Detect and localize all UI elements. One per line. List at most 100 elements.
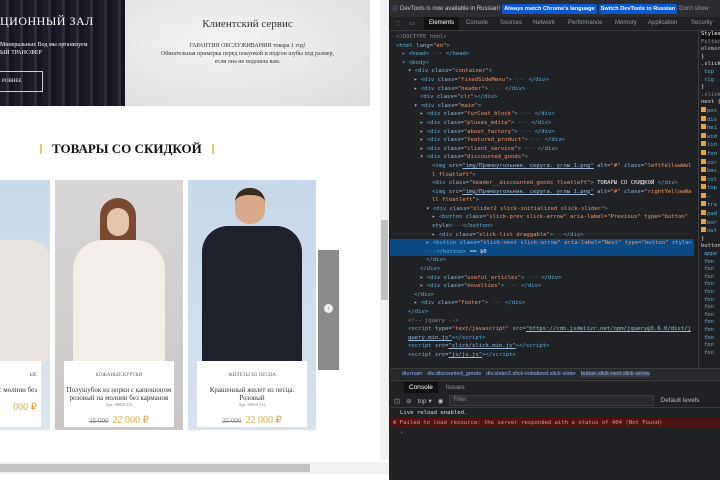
dom-node[interactable]: <div class="header__discounted_goods flo…: [396, 179, 694, 188]
checkbox-icon[interactable]: [701, 141, 706, 147]
dom-node[interactable]: <html lang="en">: [396, 42, 694, 51]
dom-node[interactable]: ▾ <div class="slider2 slick-initialized …: [396, 205, 694, 214]
tab-performance[interactable]: Performance: [568, 20, 602, 26]
scrollbar-thumb[interactable]: [381, 220, 388, 300]
dom-node[interactable]: ▸ <div class="about_factory"> ··· </div>: [396, 128, 694, 137]
tab-elements[interactable]: Elements: [424, 17, 460, 30]
tab-sources[interactable]: Sources: [500, 20, 522, 26]
dom-node[interactable]: <script type="text/javascript" src="http…: [396, 325, 694, 342]
dom-node[interactable]: ▸ <button class="slick-prev slick-arrow"…: [396, 213, 694, 230]
dom-node[interactable]: <div class="clr"></div>: [396, 93, 694, 102]
breadcrumb-item[interactable]: div.main: [402, 371, 422, 377]
dom-node[interactable]: ▸ <div class="fixedSideMenu"> ··· </div>: [396, 76, 694, 85]
style-property[interactable]: dis: [701, 115, 720, 125]
style-property[interactable]: top: [701, 184, 720, 193]
dom-node[interactable]: <script src="js/js.js"></script>: [396, 351, 694, 360]
drawer-tab-issues[interactable]: Issues: [446, 384, 465, 391]
product-card[interactable]: ЫЕ норки с молнии без 000 ₽: [0, 180, 50, 430]
dom-node[interactable]: ▾ <div class="main">: [396, 102, 694, 111]
style-property[interactable]: fon: [701, 335, 720, 343]
dom-node[interactable]: ▸ <div class="footer"> ··· </div>: [396, 299, 694, 308]
sidebar-toggle-icon[interactable]: ◫: [394, 397, 400, 405]
dom-node[interactable]: ▸ <div class="featured_product"> ··· </d…: [396, 136, 694, 145]
slick-next-button[interactable]: ›: [318, 250, 339, 370]
dom-node[interactable]: <script src="slick/slick.min.js"></scrip…: [396, 342, 694, 351]
dom-node[interactable]: ▾ <body>: [396, 59, 694, 68]
dont-show-button[interactable]: Don't show: [679, 6, 709, 12]
dom-node[interactable]: ▸ <div class="client_service"> ··· </div…: [396, 145, 694, 154]
style-property[interactable]: fon: [701, 149, 720, 159]
checkbox-icon[interactable]: [701, 227, 706, 233]
style-property[interactable]: —: [701, 192, 720, 202]
switch-russian-button[interactable]: Switch DevTools to Russian: [598, 3, 678, 14]
dom-node[interactable]: ▾ <div class="discounted_goods">: [396, 153, 694, 162]
checkbox-icon[interactable]: [701, 192, 706, 198]
style-property[interactable]: bac: [701, 167, 720, 176]
dom-node[interactable]: ▸ <div class="useful_articles"> ··· </di…: [396, 274, 694, 283]
horizontal-scrollbar[interactable]: [0, 462, 389, 474]
checkbox-icon[interactable]: [701, 210, 706, 216]
tab-console[interactable]: Console: [466, 20, 488, 26]
dom-node[interactable]: ▾ <div class="container">: [396, 67, 694, 76]
dom-node[interactable]: ▸ <div class="furCoat_block"> ··· </div>: [396, 110, 694, 119]
product-card[interactable]: КОЖАНЫЕ КУРТКИ Полушубок из норки с капю…: [55, 180, 183, 430]
style-property[interactable]: fon: [701, 327, 720, 335]
breadcrumb-item[interactable]: div.slider2.slick-initialized.slick-slid…: [486, 371, 576, 377]
vertical-scrollbar[interactable]: [380, 0, 389, 460]
style-property[interactable]: fon: [701, 281, 720, 289]
checkbox-icon[interactable]: [701, 106, 706, 112]
checkbox-icon[interactable]: [701, 149, 706, 155]
console-filter-input[interactable]: Filter: [449, 395, 655, 406]
style-property[interactable]: appe: [701, 251, 720, 259]
dom-node[interactable]: ▸ <div class="pluses_edita"> ··· </div>: [396, 119, 694, 128]
styles-filter[interactable]: Filter: [701, 39, 720, 47]
breadcrumb-item[interactable]: button.slick-next.slick-arrow: [580, 371, 650, 377]
tab-network[interactable]: Network: [533, 20, 555, 26]
dom-node[interactable]: </div>: [396, 308, 694, 317]
dom-node[interactable]: </div>: [396, 256, 694, 265]
scrollbar-thumb[interactable]: [0, 464, 310, 472]
dom-node[interactable]: <img src="img/Прямоугольник. скруга. угл…: [396, 188, 694, 205]
product-card[interactable]: ЖИЛЕТЫ ИЗ ПЕСЦА Крашенный жилет из песца…: [188, 180, 316, 430]
tab-security[interactable]: Security: [691, 20, 713, 26]
checkbox-icon[interactable]: [701, 184, 706, 190]
device-toolbar-icon[interactable]: ▭: [409, 20, 415, 27]
style-property[interactable]: fon: [701, 350, 720, 358]
dom-node[interactable]: </div>: [396, 291, 694, 300]
style-property[interactable]: fon: [701, 266, 720, 274]
style-property[interactable]: wid: [701, 132, 720, 142]
checkbox-icon[interactable]: [701, 158, 706, 164]
style-property[interactable]: hei: [701, 124, 720, 133]
style-property[interactable]: tra: [701, 201, 720, 210]
product-name[interactable]: Крашенный жилет из песца. Розовый: [197, 386, 307, 402]
checkbox-icon[interactable]: [701, 167, 706, 173]
style-property[interactable]: col: [701, 175, 720, 185]
inspect-icon[interactable]: ⬚: [395, 20, 401, 27]
dom-tree[interactable]: <!DOCTYPE html> <html lang="en"> ▸ <head> …: [390, 31, 698, 368]
dom-node[interactable]: ▸ <div class="header"> ··· </div>: [396, 85, 694, 94]
styles-pane[interactable]: StylesFilterelement}.slicktoprig}.slickn…: [698, 31, 720, 368]
eye-icon[interactable]: ◉: [438, 397, 444, 405]
console-prompt[interactable]: ›: [390, 428, 720, 438]
product-name[interactable]: Полушубок из норки с капюшоном розовый н…: [64, 386, 174, 402]
style-property[interactable]: fon: [701, 304, 720, 312]
showroom-button[interactable]: РОВНЕЕ: [0, 71, 43, 92]
drawer-tab-console[interactable]: Console: [404, 381, 438, 393]
checkbox-icon[interactable]: [701, 132, 706, 138]
style-property[interactable]: fon: [701, 312, 720, 320]
breadcrumb-item[interactable]: div.discounted_goods: [427, 371, 481, 377]
style-property[interactable]: fon: [701, 319, 720, 327]
dom-node[interactable]: ▸ <head> ··· </head>: [396, 50, 694, 59]
style-property[interactable]: lin: [701, 141, 720, 150]
dom-node[interactable]: ▸ <div class="slick-list draggable">···<…: [396, 231, 694, 240]
checkbox-icon[interactable]: [701, 201, 706, 207]
style-property[interactable]: fon: [701, 289, 720, 297]
levels-select[interactable]: Default levels: [660, 397, 699, 404]
dom-node[interactable]: <!DOCTYPE html>: [396, 33, 694, 42]
style-property[interactable]: out: [701, 227, 720, 236]
style-property[interactable]: pos: [701, 106, 720, 116]
dom-node[interactable]: <img src="img/Прямоугольник. скруга. угл…: [396, 162, 694, 179]
product-name[interactable]: норки с молнии без: [0, 386, 37, 394]
dom-node[interactable]: ▸ <button class="slick-next slick-arrow"…: [390, 239, 694, 257]
clear-console-icon[interactable]: ⊘: [406, 397, 411, 405]
